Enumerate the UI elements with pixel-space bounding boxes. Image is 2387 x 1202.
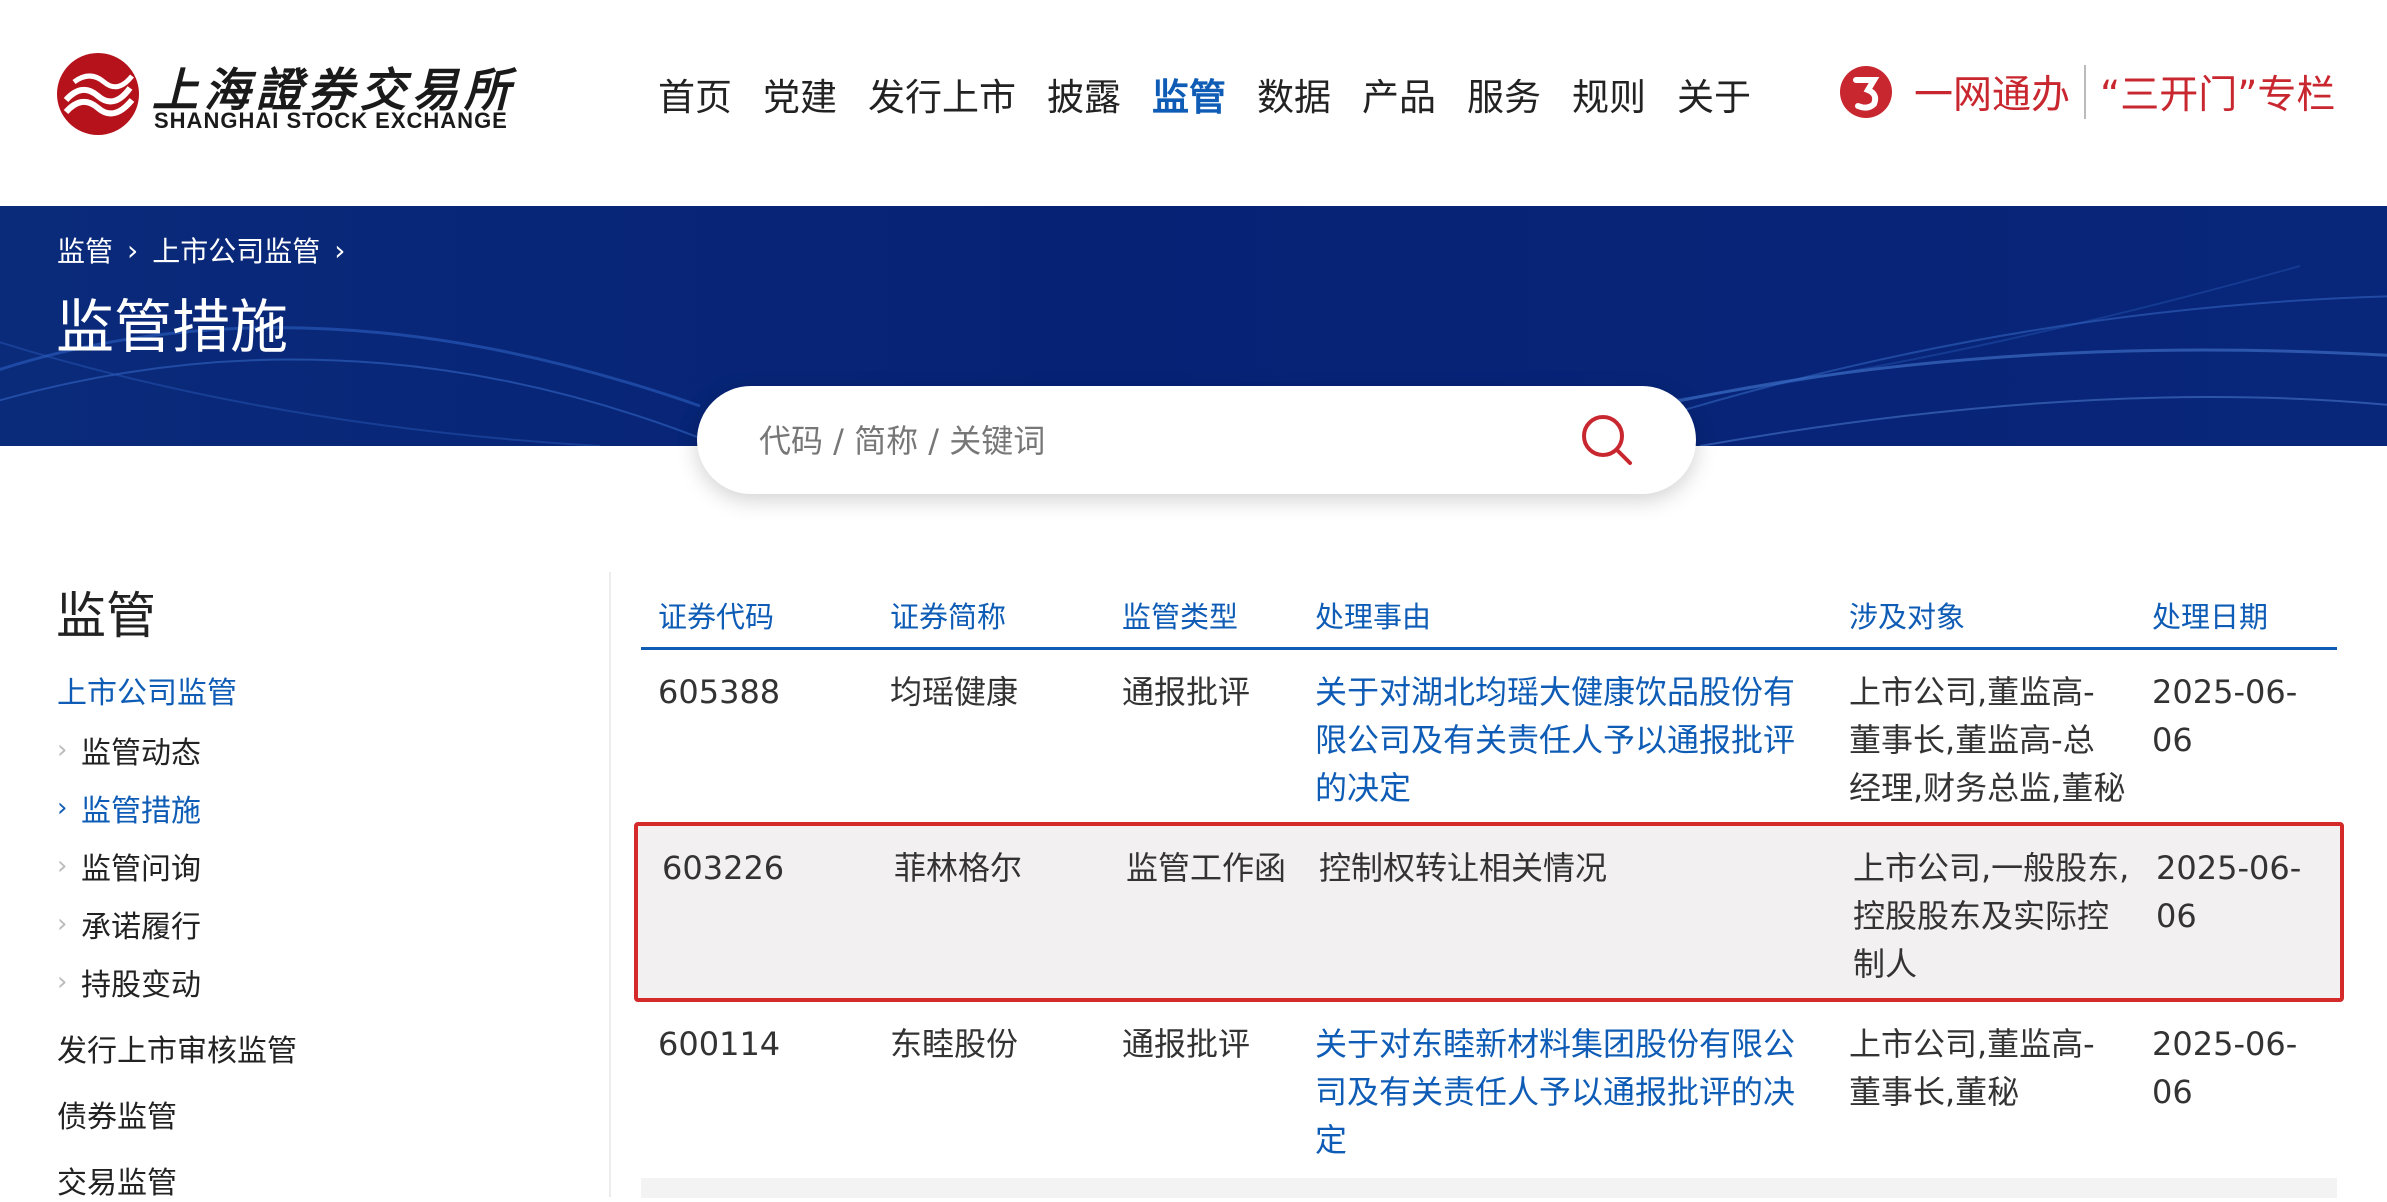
nav-item-home[interactable]: 首页 xyxy=(658,72,732,124)
column-header-reason[interactable]: 处理事由 xyxy=(1315,594,1431,636)
cell-target: 上市公司,一般股东, 控股股东及实际控 制人 xyxy=(1853,844,2153,988)
cell-date: 2025-06-06 xyxy=(2152,673,2298,759)
cell-type: 通报批评 xyxy=(1122,1025,1251,1063)
search-box xyxy=(697,386,1696,494)
column-header-type[interactable]: 监管类型 xyxy=(1122,594,1238,636)
sse-logo[interactable]: 上海證券交易所 SHANGHAI STOCK EXCHANGE xyxy=(56,52,510,138)
chevron-right-icon: › xyxy=(57,793,68,823)
reason-line: 限公司及有关责任人予以通报批评 xyxy=(1315,721,1796,759)
cell-date: 2025-06-06 xyxy=(2152,1025,2298,1111)
sidebar-subitem-holding-change[interactable]: › 持股变动 xyxy=(57,960,201,1004)
target-line: 董事长,董秘 xyxy=(1849,1073,2020,1111)
cell-type: 监管工作函 xyxy=(1126,849,1287,887)
sidebar-subitem-label: 承诺履行 xyxy=(81,910,201,945)
main-nav: 首页 党建 发行上市 披露 监管 数据 产品 服务 规则 关于 xyxy=(658,72,1782,124)
breadcrumb-item-listed-company[interactable]: 上市公司监管 xyxy=(152,230,320,270)
column-header-date[interactable]: 处理日期 xyxy=(2152,594,2268,636)
target-line: 董事长,董监高-总 xyxy=(1849,721,2095,759)
logo-en-name: SHANGHAI STOCK EXCHANGE xyxy=(154,108,508,133)
chevron-right-icon: › xyxy=(57,909,68,939)
reason-line: 定 xyxy=(1315,1121,1348,1159)
chevron-right-icon: › xyxy=(57,735,68,765)
nav-item-disclosure[interactable]: 披露 xyxy=(1047,72,1121,124)
sankai-column-link[interactable]: “三开门”专栏 xyxy=(2100,64,2335,120)
cell-name: 菲林格尔 xyxy=(894,849,1023,887)
sidebar-title: 监管 xyxy=(56,587,156,645)
sidebar-subitem-inquiry[interactable]: › 监管问询 xyxy=(57,844,201,888)
reason-line: 关于对湖北均瑶大健康饮品股份有 xyxy=(1315,673,1796,711)
yiwang-logo-icon[interactable] xyxy=(1838,64,1894,120)
sidebar-subitem-dynamics[interactable]: › 监管动态 xyxy=(57,728,201,772)
nav-item-listing[interactable]: 发行上市 xyxy=(868,72,1016,124)
reason-line: 的决定 xyxy=(1315,769,1412,807)
breadcrumb-item-regulation[interactable]: 监管 xyxy=(57,230,113,270)
cell-reason: 控制权转让相关情况 xyxy=(1319,844,1839,892)
nav-item-services[interactable]: 服务 xyxy=(1467,72,1541,124)
table-row[interactable]: 600114 东睦股份 通报批评 关于对东睦新材料集团股份有限公 司及有关责任人… xyxy=(641,1006,2337,1178)
column-header-name[interactable]: 证券简称 xyxy=(890,594,1006,636)
column-header-target[interactable]: 涉及对象 xyxy=(1849,594,1965,636)
cell-code: 603226 xyxy=(662,849,785,887)
cell-code: 605388 xyxy=(658,673,781,711)
nav-item-regulation[interactable]: 监管 xyxy=(1152,72,1226,124)
breadcrumb-chevron-icon: › xyxy=(334,233,346,267)
table-row-highlighted[interactable]: 603226 菲林格尔 监管工作函 控制权转让相关情况 上市公司,一般股东, 控… xyxy=(634,822,2344,1002)
site-header: 上海證券交易所 SHANGHAI STOCK EXCHANGE 首页 党建 发行… xyxy=(0,0,2387,206)
reason-line: 控制权转让相关情况 xyxy=(1319,849,1608,887)
sidebar-item-ipo-review[interactable]: 发行上市审核监管 xyxy=(57,1026,297,1070)
target-line: 控股股东及实际控 xyxy=(1853,897,2110,935)
search-icon[interactable] xyxy=(1577,410,1637,470)
breadcrumb-chevron-icon: › xyxy=(127,233,139,267)
cell-reason-link[interactable]: 关于对湖北均瑶大健康饮品股份有 限公司及有关责任人予以通报批评 的决定 xyxy=(1315,668,1835,812)
cell-type: 通报批评 xyxy=(1122,673,1251,711)
cell-date: 2025-06-06 xyxy=(2156,849,2302,935)
target-line: 制人 xyxy=(1853,945,1918,983)
reason-line: 关于对东睦新材料集团股份有限公 xyxy=(1315,1025,1796,1063)
sidebar-subitem-label: 监管动态 xyxy=(81,736,201,771)
next-row-edge xyxy=(641,1178,2337,1198)
table-row[interactable]: 605388 均瑶健康 通报批评 关于对湖北均瑶大健康饮品股份有 限公司及有关责… xyxy=(641,650,2337,818)
sidebar-subitem-label: 监管问询 xyxy=(81,852,201,887)
sidebar-item-trading[interactable]: 交易监管 xyxy=(57,1158,177,1202)
sidebar-subitem-label: 持股变动 xyxy=(81,968,201,1003)
sidebar-subitem-label: 监管措施 xyxy=(81,794,201,829)
sidebar-item-listed-company[interactable]: 上市公司监管 xyxy=(57,668,237,712)
reason-line: 司及有关责任人予以通报批评的决 xyxy=(1315,1073,1796,1111)
sidebar-item-bond[interactable]: 债券监管 xyxy=(57,1092,177,1136)
cell-code: 600114 xyxy=(658,1025,781,1063)
page-title: 监管措施 xyxy=(56,293,289,361)
target-line: 上市公司,董监高- xyxy=(1849,673,2095,711)
target-line: 上市公司,一般股东, xyxy=(1853,849,2130,887)
breadcrumb: 监管 › 上市公司监管 › xyxy=(57,230,359,270)
cell-reason-link[interactable]: 关于对东睦新材料集团股份有限公 司及有关责任人予以通报批评的决 定 xyxy=(1315,1020,1835,1164)
yiwang-link[interactable]: 一网通办 xyxy=(1914,64,2070,120)
column-header-code[interactable]: 证券代码 xyxy=(658,594,774,636)
chevron-right-icon: › xyxy=(57,967,68,997)
target-line: 上市公司,董监高- xyxy=(1849,1025,2095,1063)
sidebar: 监管 上市公司监管 › 监管动态 › 监管措施 › 监管问询 › 承诺履行 › … xyxy=(0,560,610,1201)
sidebar-subitem-measures[interactable]: › 监管措施 xyxy=(57,786,201,830)
header-quick-links: 一网通办 “三开门”专栏 xyxy=(1838,62,2335,122)
cell-target: 上市公司,董监高- 董事长,董秘 xyxy=(1849,1020,2149,1116)
table-header: 证券代码 证券简称 监管类型 处理事由 涉及对象 处理日期 xyxy=(641,572,2337,650)
header-divider xyxy=(2084,65,2087,119)
sidebar-subitem-commitment[interactable]: › 承诺履行 xyxy=(57,902,201,946)
nav-item-party[interactable]: 党建 xyxy=(763,72,837,124)
cell-name: 均瑶健康 xyxy=(890,673,1019,711)
nav-item-rules[interactable]: 规则 xyxy=(1572,72,1646,124)
chevron-right-icon: › xyxy=(57,851,68,881)
search-input[interactable] xyxy=(757,414,1561,468)
cell-target: 上市公司,董监高- 董事长,董监高-总 经理,财务总监,董秘 xyxy=(1849,668,2149,812)
sse-emblem-icon xyxy=(57,53,139,135)
cell-name: 东睦股份 xyxy=(890,1025,1019,1063)
sidebar-divider xyxy=(609,572,611,1197)
target-line: 经理,财务总监,董秘 xyxy=(1849,769,2126,807)
nav-item-products[interactable]: 产品 xyxy=(1362,72,1436,124)
nav-item-about[interactable]: 关于 xyxy=(1677,72,1751,124)
nav-item-data[interactable]: 数据 xyxy=(1257,72,1331,124)
